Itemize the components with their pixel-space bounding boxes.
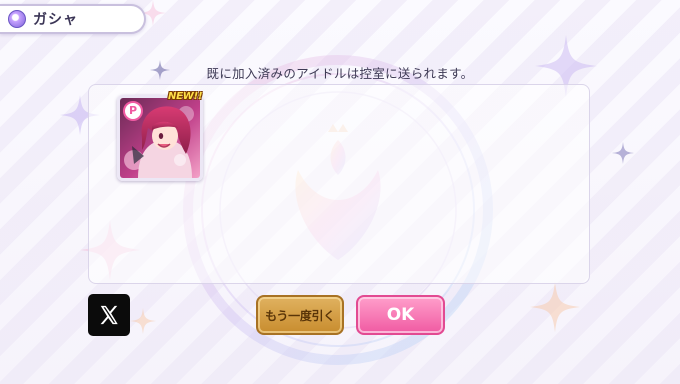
sparkle-decoration (530, 282, 580, 332)
draw-again-button[interactable]: もう一度引く (256, 295, 344, 335)
gacha-orb-icon (8, 10, 26, 28)
gacha-result-screen: ガシャ 既に加入済みのアイドルは控室に送られます。 P NEW!! もう一度引く… (0, 0, 680, 384)
screen-header: ガシャ (0, 4, 146, 34)
sparkle-decoration (612, 142, 634, 164)
ok-button[interactable]: OK (356, 295, 445, 335)
sparkle-decoration (130, 308, 156, 334)
notice-message: 既に加入済みのアイドルは控室に送られます。 (206, 66, 474, 81)
x-logo-icon (100, 305, 118, 325)
share-x-button[interactable] (88, 294, 130, 336)
rarity-badge: P (123, 101, 143, 121)
page-title: ガシャ (33, 12, 78, 28)
new-badge: NEW!! (168, 91, 203, 102)
idol-card[interactable]: P (117, 95, 203, 181)
